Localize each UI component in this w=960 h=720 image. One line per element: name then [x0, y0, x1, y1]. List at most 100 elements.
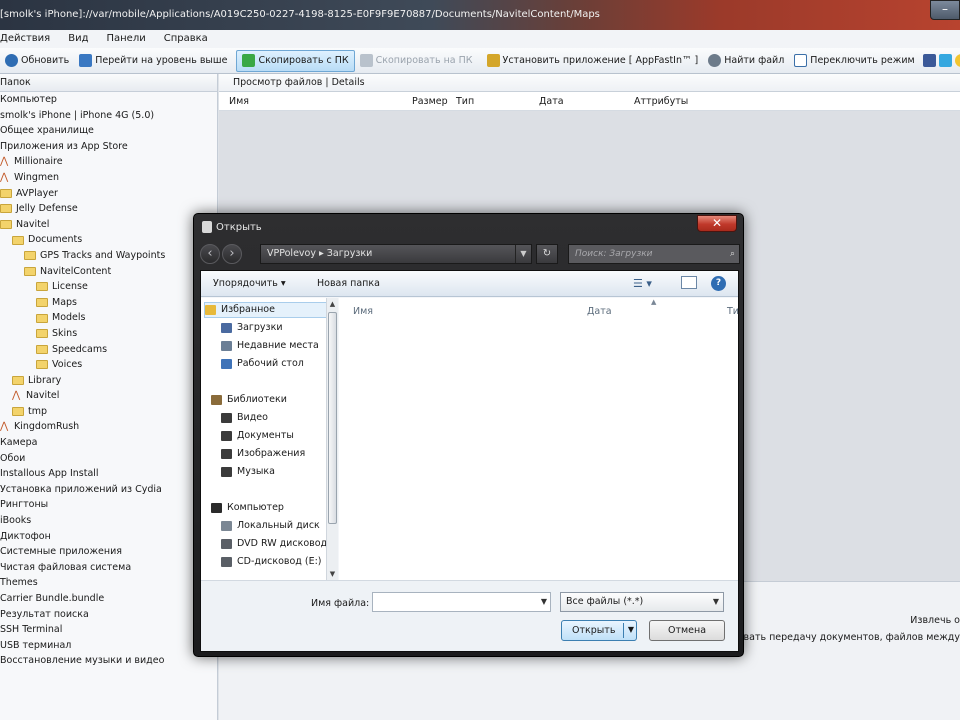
tree-item[interactable]: ⋀ Wingmen [0, 170, 217, 186]
tree-item[interactable]: Приложения из App Store [0, 139, 217, 155]
tree-item[interactable]: Обои [0, 451, 217, 467]
twitter-icon[interactable] [938, 54, 952, 67]
tree-item[interactable]: iBooks [0, 513, 217, 529]
tree-item[interactable]: Library [0, 373, 217, 389]
tree-item[interactable]: Общее хранилище [0, 123, 217, 139]
column-type[interactable]: Тип [456, 96, 474, 107]
tree-item-label: Обои [0, 452, 26, 464]
nav-desktop[interactable]: Рабочий стол [221, 356, 327, 372]
install-app-button[interactable]: Установить приложение [ AppFastIn™ ] [482, 50, 704, 72]
tree-item[interactable]: Maps [0, 295, 217, 311]
tree-item[interactable]: Models [0, 310, 217, 326]
tree-item[interactable]: Themes [0, 575, 217, 591]
tree-item[interactable]: Voices [0, 357, 217, 373]
tree-item[interactable]: Installous App Install [0, 466, 217, 482]
tree-item[interactable]: smolk's iPhone | iPhone 4G (5.0) [0, 108, 217, 124]
nav-video[interactable]: Видео [221, 410, 327, 426]
address-bar[interactable]: VPPolevoy ▸ Загрузки ▼ [260, 244, 532, 264]
column-attributes[interactable]: Аттрибуты [634, 96, 688, 107]
dialog-title: Открыть [216, 221, 262, 233]
scroll-down-icon[interactable]: ▼ [327, 570, 338, 578]
column-date[interactable]: Дата [539, 96, 564, 107]
facebook-icon[interactable] [922, 54, 936, 67]
dialog-search-input[interactable]: Поиск: Загрузки ⌕ [568, 244, 740, 264]
tree-item[interactable]: Рингтоны [0, 497, 217, 513]
tree-item[interactable]: Восстановление музыки и видео [0, 653, 217, 669]
tree-item[interactable]: Системные приложения [0, 544, 217, 560]
column-name[interactable]: Имя [229, 96, 249, 107]
column-size[interactable]: Размер [412, 96, 448, 107]
tree-item[interactable]: Компьютер [0, 92, 217, 108]
up-level-button[interactable]: Перейти на уровень выше [74, 50, 232, 72]
dialog-file-list[interactable]: Имя Дата ▲ Ти [339, 298, 739, 580]
cancel-button[interactable]: Отмена [649, 620, 725, 641]
nav-downloads[interactable]: Загрузки [221, 320, 327, 336]
tree-item[interactable]: NavitelContent [0, 264, 217, 280]
tree-item[interactable]: Результат поиска [0, 607, 217, 623]
video-icon [221, 413, 232, 423]
scrollbar-thumb[interactable] [328, 312, 337, 524]
nav-pane-scrollbar[interactable]: ▲ ▼ [326, 298, 338, 580]
open-button[interactable]: Открыть ▼ [561, 620, 637, 641]
tree-item[interactable]: Documents [0, 232, 217, 248]
tree-item[interactable]: Диктофон [0, 529, 217, 545]
nav-local-disk[interactable]: Локальный диск [221, 518, 327, 534]
refresh-icon[interactable]: ↻ [536, 244, 558, 264]
nav-recent[interactable]: Недавние места [221, 338, 327, 354]
tree-item[interactable]: Speedcams [0, 342, 217, 358]
filename-input[interactable]: ▼ [372, 592, 551, 612]
find-file-button[interactable]: Найти файл [703, 50, 789, 72]
tree-item[interactable]: ⋀ Navitel [0, 388, 217, 404]
help-icon[interactable]: ? [711, 276, 726, 291]
organize-button[interactable]: Упорядочить ▾ [213, 278, 286, 289]
back-button[interactable]: ‹ [200, 244, 220, 264]
view-options-icon[interactable]: ☰ ▾ [633, 277, 652, 290]
copy-from-pc-button[interactable]: Скопировать на ПК [355, 50, 478, 72]
tree-item[interactable]: ⋀ KingdomRush [0, 419, 217, 435]
nav-libraries[interactable]: Библиотеки [211, 392, 327, 408]
tree-item[interactable]: SSH Terminal [0, 622, 217, 638]
dialog-close-button[interactable]: ✕ [697, 215, 737, 232]
copy-to-pc-button[interactable]: Скопировать с ПК [236, 49, 355, 72]
tree-item[interactable]: tmp [0, 404, 217, 420]
chevron-down-icon[interactable]: ▼ [628, 625, 634, 634]
menu-view[interactable]: Вид [68, 30, 88, 48]
dialog-column-date[interactable]: Дата [587, 306, 612, 317]
eject-text[interactable]: Извлечь о [910, 615, 960, 626]
tree-item[interactable]: Чистая файловая система [0, 560, 217, 576]
tree-item[interactable]: Carrier Bundle.bundle [0, 591, 217, 607]
preview-pane-icon[interactable] [681, 276, 697, 289]
tree-item[interactable]: Установка приложений из Cydia [0, 482, 217, 498]
nav-computer[interactable]: Компьютер [211, 500, 327, 516]
tree-item[interactable]: ⋀ Millionaire [0, 154, 217, 170]
scroll-up-icon[interactable]: ▲ [327, 300, 338, 308]
nav-images[interactable]: Изображения [221, 446, 327, 462]
tree-item[interactable]: AVPlayer [0, 186, 217, 202]
nav-cd-drive[interactable]: CD-дисковод (E:) [221, 554, 327, 570]
menu-panels[interactable]: Панели [106, 30, 145, 48]
new-folder-button[interactable]: Новая папка [317, 278, 380, 289]
tree-item[interactable]: Skins [0, 326, 217, 342]
tree-item[interactable]: GPS Tracks and Waypoints [0, 248, 217, 264]
forward-button[interactable]: › [222, 244, 242, 264]
tree-item[interactable]: USB терминал [0, 638, 217, 654]
dialog-column-type[interactable]: Ти [727, 306, 739, 317]
nav-documents[interactable]: Документы [221, 428, 327, 444]
tree-item[interactable]: License [0, 279, 217, 295]
refresh-button[interactable]: Обновить [0, 50, 74, 72]
tree-item[interactable]: Jelly Defense [0, 201, 217, 217]
tree-item[interactable]: Камера [0, 435, 217, 451]
chevron-down-icon[interactable]: ▼ [515, 245, 531, 263]
chevron-down-icon[interactable]: ▼ [541, 597, 547, 606]
smile-icon[interactable] [954, 54, 960, 67]
nav-music[interactable]: Музыка [221, 464, 327, 480]
dialog-column-name[interactable]: Имя [353, 306, 373, 317]
nav-dvd-drive[interactable]: DVD RW дисковод [221, 536, 327, 552]
menu-actions[interactable]: Действия [0, 30, 50, 48]
nav-favorites[interactable]: Избранное [204, 302, 327, 318]
filetype-select[interactable]: Все файлы (*.*) ▼ [560, 592, 724, 612]
minimize-button[interactable]: – [930, 0, 960, 20]
tree-item[interactable]: Navitel [0, 217, 217, 233]
menu-help[interactable]: Справка [164, 30, 208, 48]
switch-mode-button[interactable]: Переключить режим [789, 50, 919, 72]
